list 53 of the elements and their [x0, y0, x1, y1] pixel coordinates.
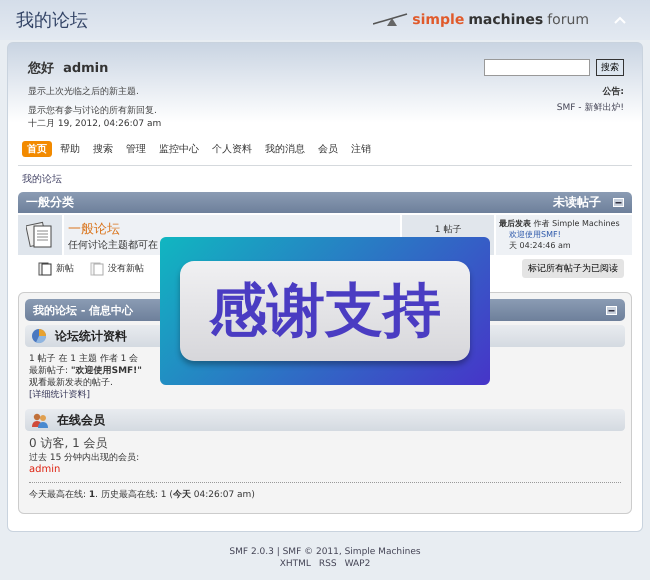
online-record: 今天最高在线: 1. 历史最高在线: 1 (今天 04:26:07 am) — [29, 482, 621, 501]
date-text: 十二月 19, 2012, 04:26:07 am — [28, 118, 162, 130]
recent-label: 过去 15 分钟内出现的会员: — [29, 452, 140, 464]
board-description: 任何讨论主题都可在 — [68, 238, 159, 252]
new-posts-link[interactable]: 显示您有参与讨论的所有新回复. — [28, 106, 157, 116]
nav-tab[interactable]: 搜索 — [88, 141, 118, 157]
last-post-link[interactable]: 欢迎使用SMF! — [509, 230, 561, 239]
forum-title: 我的论坛 — [16, 9, 88, 32]
news-label: 公告: — [602, 85, 624, 98]
legend-label: 没有新帖 — [108, 262, 144, 275]
nav-tab[interactable]: 会员 — [313, 141, 343, 157]
greeting: 您好 admin — [28, 60, 110, 77]
footer-link[interactable]: RSS — [318, 558, 337, 570]
collapse-icon[interactable] — [606, 306, 617, 314]
documents-icon — [26, 221, 54, 249]
pie-chart-icon — [31, 328, 47, 344]
nav-tab[interactable]: 监控中心 — [154, 141, 204, 157]
nav-tab[interactable]: 帮助 — [55, 141, 85, 157]
section-title: 论坛统计资料 — [55, 328, 127, 344]
breadcrumb-link[interactable]: 我的论坛 — [22, 174, 62, 185]
new-posts-icon — [38, 262, 52, 276]
section-title: 在线会员 — [57, 412, 105, 428]
thanks-text: 感谢支持 — [180, 261, 470, 361]
users-icon — [31, 412, 49, 428]
last-post-time: 天 04:24:46 am — [508, 240, 572, 251]
footer-link[interactable]: XHTML — [280, 558, 311, 570]
logo-text: simple — [412, 12, 464, 28]
search-button[interactable]: 搜索 — [596, 59, 624, 76]
category-title: 一般分类 — [26, 194, 74, 211]
logo-text: forum — [547, 12, 589, 28]
new-posts-link[interactable]: 显示上次光临之后的新主题. — [28, 87, 139, 97]
search-field[interactable] — [484, 59, 590, 76]
no-new-posts-icon — [90, 262, 104, 276]
nav-tab[interactable]: 我的消息 — [260, 141, 310, 157]
legend-label: 新帖 — [56, 262, 74, 275]
stats-line: 观看最新发表的帖子. — [29, 377, 114, 389]
logo-text: machines — [468, 12, 544, 28]
nav-tab[interactable]: 个人资料 — [207, 141, 257, 157]
nav-tab[interactable]: 管理 — [121, 141, 151, 157]
stats-line: 1 帖子 在 1 主题 作者 1 会 — [29, 353, 140, 365]
collapse-icon[interactable] — [613, 198, 624, 207]
stats-link[interactable]: [详细统计资料] — [29, 390, 90, 400]
last-post-author: 最后发表 作者 Simple Machines — [499, 218, 621, 229]
news-text: SMF - 新鲜出炉! — [556, 102, 624, 114]
member-link[interactable]: admin — [29, 464, 60, 475]
nav-tab[interactable]: 注销 — [346, 141, 376, 157]
online-count: 0 访客, 1 会员 — [29, 437, 109, 449]
info-center-title: 我的论坛 - 信息中心 — [33, 302, 134, 318]
stats-line: 最新帖子: "欢迎使用SMF!" — [29, 365, 143, 377]
footer-copyright: SMF 2.0.3 | SMF © 2011, Simple Machines — [228, 546, 422, 558]
seesaw-logo-icon — [373, 13, 410, 27]
footer-link[interactable]: WAP2 — [344, 558, 370, 570]
mark-read-button[interactable]: 标记所有帖子为已阅读 — [522, 259, 624, 278]
